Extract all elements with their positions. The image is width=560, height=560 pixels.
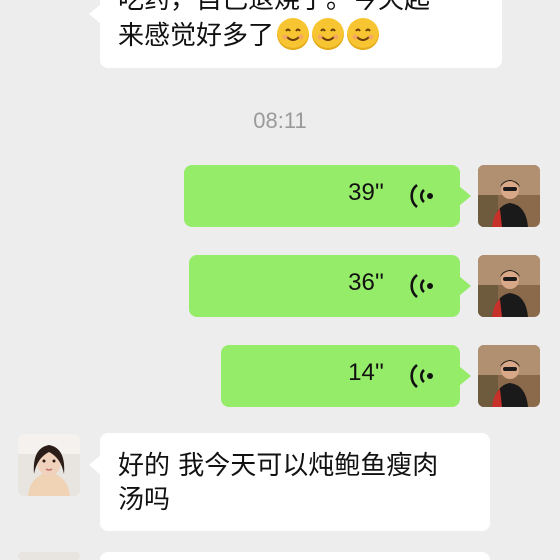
message-bubble-received[interactable]: 好的 我今天可以炖鲍鱼瘦肉 汤吗	[89, 433, 490, 531]
message-text-line: 汤吗	[118, 485, 171, 515]
message-text-line: 吃药，自己退烧了。今天起	[118, 0, 431, 15]
message-bubble-received[interactable]	[100, 552, 490, 560]
message-text-line: 好的 我今天可以炖鲍鱼瘦肉	[118, 451, 439, 481]
voice-wave-icon	[410, 273, 433, 299]
voice-wave-icon	[410, 183, 433, 209]
self-avatar[interactable]	[478, 165, 540, 227]
voice-duration: 36''	[348, 269, 384, 296]
contact-avatar[interactable]	[18, 552, 80, 560]
message-bubble-received[interactable]: 吃药，自己退烧了。今天起 来感觉好多了	[89, 0, 502, 68]
voice-duration: 39''	[348, 179, 384, 206]
smile-emoji-icon	[347, 18, 380, 50]
voice-wave-icon	[410, 363, 433, 389]
voice-duration: 14''	[348, 359, 384, 386]
message-text-line: 来感觉好多了	[118, 21, 275, 51]
voice-message-bubble[interactable]: 39''	[184, 165, 471, 227]
voice-message-bubble[interactable]: 14''	[221, 345, 471, 407]
voice-message-bubble[interactable]: 36''	[189, 255, 471, 317]
self-avatar[interactable]	[478, 345, 540, 407]
self-avatar[interactable]	[478, 255, 540, 317]
smile-emoji-icon	[277, 18, 310, 50]
contact-avatar[interactable]	[18, 434, 80, 496]
smile-emoji-icon	[312, 18, 345, 50]
timestamp: 08:11	[253, 108, 307, 133]
